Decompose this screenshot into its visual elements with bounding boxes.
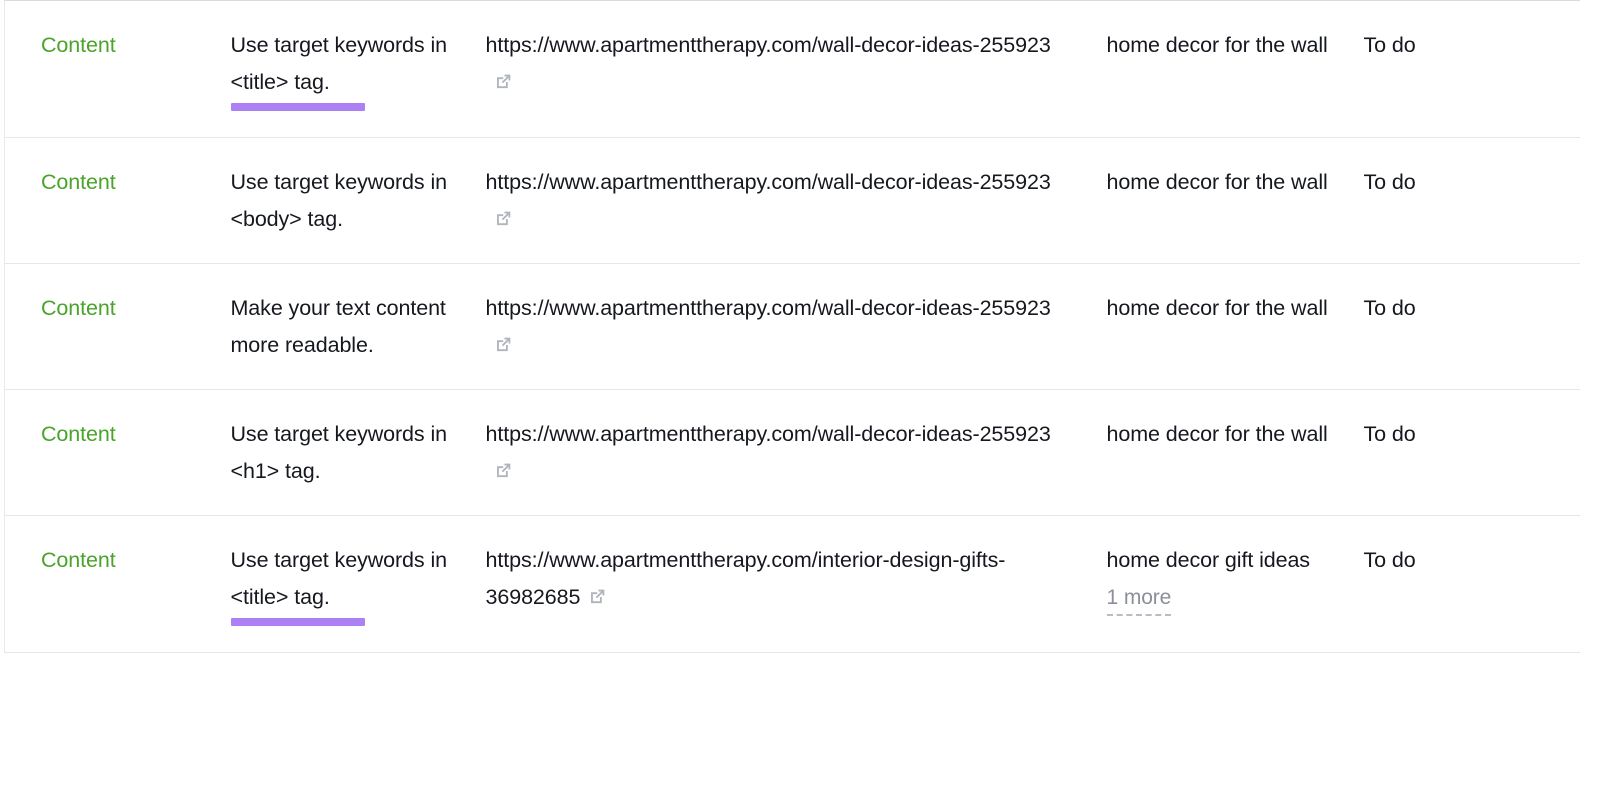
status-badge[interactable]: To do [1364,33,1416,57]
external-link-icon[interactable] [493,71,514,92]
issue-highlight-marker [230,103,365,111]
more-keywords-link[interactable]: 1 more [1106,583,1171,616]
cell-status: To do [1361,264,1580,390]
issue-highlight-marker [230,618,365,626]
page-url-link[interactable]: https://www.apartmenttherapy.com/wall-de… [486,33,1051,57]
table-row[interactable]: Content Use target keywords in <title> ta… [4,1,1580,138]
page-url-link[interactable]: https://www.apartmenttherapy.com/wall-de… [486,296,1051,320]
issue-text-block: Make your text content more readable. [231,290,456,363]
status-badge[interactable]: To do [1364,170,1416,194]
external-link-icon[interactable] [587,586,608,607]
cell-status: To do [1361,390,1580,516]
issue-text-block: Use target keywords in <body> tag. [231,164,456,237]
cell-keyword: home decor for the wall [1104,264,1361,390]
issue-label[interactable]: Make your text content more readable. [231,296,446,357]
page-url-link[interactable]: https://www.apartmenttherapy.com/interio… [486,548,1006,609]
issue-label[interactable]: Use target keywords in <body> tag. [231,170,448,231]
table-row[interactable]: Content Use target keywords in <h1> tag. h… [4,390,1580,516]
cell-url: https://www.apartmenttherapy.com/wall-de… [482,390,1104,516]
category-label[interactable]: Content [41,422,116,446]
seo-issues-table: Content Use target keywords in <title> ta… [4,0,1580,653]
category-label[interactable]: Content [41,33,116,57]
keyword-label: home decor for the wall [1106,33,1328,57]
table-row[interactable]: Content Use target keywords in <title> ta… [4,516,1580,653]
category-label[interactable]: Content [41,548,116,572]
issue-text-block: Use target keywords in <h1> tag. [231,416,456,489]
cell-category: Content [5,516,227,653]
category-label[interactable]: Content [41,296,116,320]
keyword-label: home decor gift ideas [1106,548,1311,572]
keyword-label: home decor for the wall [1106,296,1328,320]
table-row[interactable]: Content Make your text content more reada… [4,264,1580,390]
page-url-link[interactable]: https://www.apartmenttherapy.com/wall-de… [486,422,1051,446]
external-link-icon[interactable] [493,208,514,229]
status-badge[interactable]: To do [1364,296,1416,320]
issues-table-container: Content Use target keywords in <title> ta… [0,0,1600,799]
cell-status: To do [1361,138,1580,264]
status-badge[interactable]: To do [1364,422,1416,446]
cell-url: https://www.apartmenttherapy.com/wall-de… [482,138,1104,264]
issue-text-block: Use target keywords in <title> tag. [230,542,456,626]
cell-keyword: home decor for the wall [1104,138,1361,264]
cell-keyword: home decor for the wall [1104,390,1361,516]
cell-issue: Make your text content more readable. [227,264,482,390]
cell-url: https://www.apartmenttherapy.com/wall-de… [482,264,1104,390]
category-label[interactable]: Content [41,170,116,194]
external-link-icon[interactable] [493,460,514,481]
cell-category: Content [5,390,227,516]
issue-label[interactable]: Use target keywords in <title> tag. [231,548,448,609]
cell-issue: Use target keywords in <title> tag. [227,516,482,653]
status-badge[interactable]: To do [1364,548,1416,572]
cell-category: Content [5,264,227,390]
cell-issue: Use target keywords in <h1> tag. [227,390,482,516]
cell-status: To do [1361,516,1580,653]
cell-url: https://www.apartmenttherapy.com/interio… [482,516,1104,653]
cell-keyword: home decor gift ideas 1 more [1104,516,1361,653]
cell-status: To do [1361,1,1580,138]
cell-url: https://www.apartmenttherapy.com/wall-de… [482,1,1104,138]
cell-issue: Use target keywords in <title> tag. [227,1,482,138]
cell-keyword: home decor for the wall [1104,1,1361,138]
cell-category: Content [5,138,227,264]
page-url-link[interactable]: https://www.apartmenttherapy.com/wall-de… [486,170,1051,194]
keyword-label: home decor for the wall [1106,422,1328,446]
external-link-icon[interactable] [493,334,514,355]
issue-text-block: Use target keywords in <title> tag. [230,27,456,111]
cell-issue: Use target keywords in <body> tag. [227,138,482,264]
issue-label[interactable]: Use target keywords in <h1> tag. [231,422,448,483]
keyword-label: home decor for the wall [1106,170,1328,194]
table-row[interactable]: Content Use target keywords in <body> tag… [4,138,1580,264]
issue-label[interactable]: Use target keywords in <title> tag. [231,33,448,94]
cell-category: Content [5,1,227,138]
